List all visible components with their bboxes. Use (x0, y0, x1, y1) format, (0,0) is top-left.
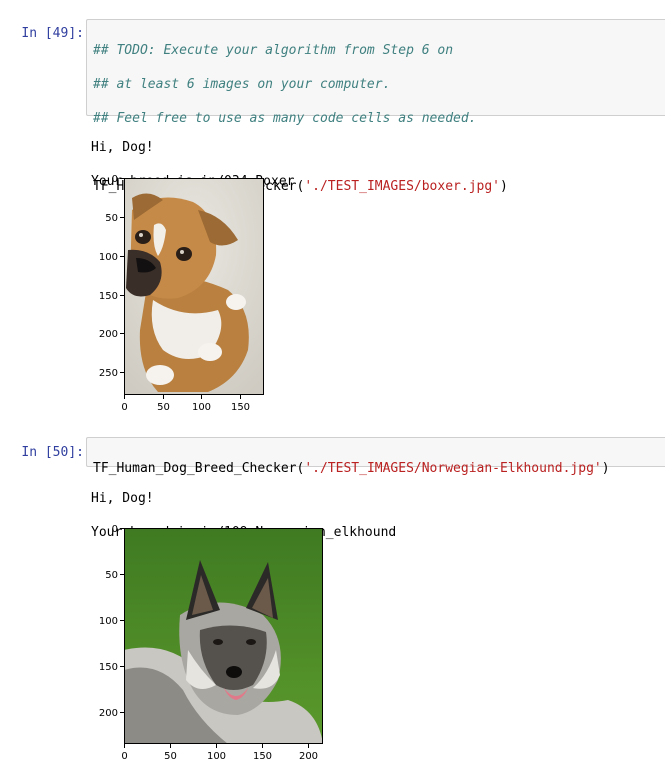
x-tick-label: 200 (299, 751, 318, 762)
output-image-plot-50: 0 50 100 150 200 0 50 100 150 200 (99, 524, 323, 762)
code-comment-line: ## at least 6 images on your computer. (93, 77, 391, 92)
code-cell-50[interactable]: TF_Human_Dog_Breed_Checker('./TEST_IMAGE… (86, 437, 665, 476)
code-comment-line: ## TODO: Execute your algorithm from Ste… (93, 43, 454, 58)
y-tick-label: 150 (99, 291, 118, 302)
y-axis: 0 50 100 150 200 (99, 524, 124, 719)
code-cell-49[interactable]: ## TODO: Execute your algorithm from Ste… (86, 19, 665, 194)
x-axis: 0 50 100 150 (121, 395, 250, 413)
string-argument: './TEST_IMAGES/boxer.jpg' (304, 179, 500, 194)
y-tick-label: 250 (99, 368, 118, 379)
x-tick-label: 150 (253, 751, 272, 762)
x-tick-label: 100 (192, 402, 211, 413)
x-tick-label: 150 (231, 402, 250, 413)
x-tick-label: 0 (121, 402, 127, 413)
norwegian-elkhound-photo (124, 528, 323, 744)
y-axis: 0 50 100 150 200 250 (99, 174, 124, 379)
y-tick-label: 150 (99, 662, 118, 673)
y-tick-label: 200 (99, 708, 118, 719)
x-tick-label: 0 (121, 751, 127, 762)
y-tick-label: 50 (105, 213, 118, 224)
x-tick-label: 50 (164, 751, 177, 762)
y-tick-label: 50 (105, 570, 118, 581)
y-tick-label: 0 (112, 174, 118, 185)
close-paren: ) (601, 461, 610, 476)
x-tick-label: 100 (207, 751, 226, 762)
output-line: Hi, Dog! (91, 140, 154, 155)
output-line: Hi, Dog! (91, 491, 154, 506)
input-prompt-49: In [49]: (21, 26, 84, 41)
y-tick-label: 100 (99, 616, 118, 627)
boxer-dog-photo (124, 178, 264, 395)
close-paren: ) (500, 179, 508, 194)
input-prompt-50: In [50]: (21, 445, 84, 460)
x-tick-label: 50 (157, 402, 170, 413)
output-image-plot-49: 0 50 100 150 200 250 0 50 100 150 (99, 174, 264, 413)
y-tick-label: 200 (99, 329, 118, 340)
y-tick-label: 100 (99, 252, 118, 263)
x-axis: 0 50 100 150 200 (121, 744, 318, 762)
y-tick-label: 0 (112, 524, 118, 535)
